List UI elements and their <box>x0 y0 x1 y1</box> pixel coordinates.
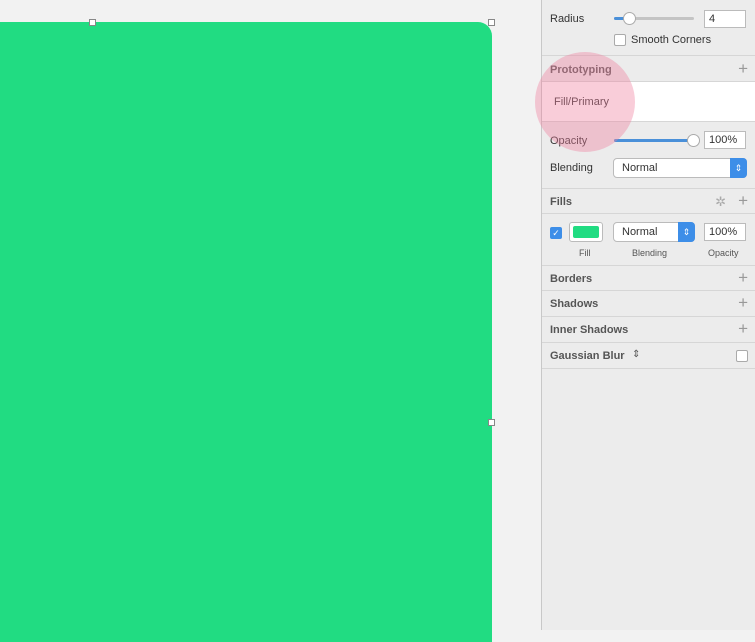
blending-label: Blending <box>550 162 593 174</box>
borders-header: Borders + <box>542 265 755 291</box>
fills-title: Fills <box>550 196 573 208</box>
add-icon[interactable]: + <box>738 294 748 312</box>
prototyping-name-field[interactable]: Fill/Primary <box>542 82 755 122</box>
fill-color-well[interactable] <box>569 222 603 242</box>
slider-knob[interactable] <box>623 12 636 25</box>
prototyping-header: Prototyping + <box>542 55 755 82</box>
gear-icon[interactable]: ✲ <box>715 194 726 210</box>
fill-enabled-checkbox[interactable]: ✓ <box>550 227 562 239</box>
radius-label: Radius <box>550 13 585 25</box>
borders-title: Borders <box>550 273 593 285</box>
updown-icon: ⇕ <box>678 222 695 242</box>
blending-caption: Blending <box>632 248 668 258</box>
smooth-corners-checkbox[interactable] <box>614 34 626 46</box>
radius-slider[interactable] <box>614 12 694 25</box>
fills-header: Fills ✲ + <box>542 188 755 214</box>
slider-knob[interactable] <box>687 134 700 147</box>
smooth-corners-label: Smooth Corners <box>631 34 712 46</box>
add-icon[interactable]: + <box>738 60 748 78</box>
fill-blend-value: Normal <box>622 226 658 238</box>
inner-shadows-title: Inner Shadows <box>550 324 629 336</box>
blending-value: Normal <box>622 162 658 174</box>
shadows-header: Shadows + <box>542 291 755 317</box>
gaussian-blur-title[interactable]: Gaussian Blur <box>550 350 625 362</box>
canvas[interactable] <box>0 0 541 642</box>
updown-icon[interactable]: ⇕ <box>632 349 640 360</box>
resize-handle-top[interactable] <box>89 19 96 26</box>
fill-caption: Fill <box>579 248 591 258</box>
add-icon[interactable]: + <box>738 320 748 338</box>
prototyping-title: Prototyping <box>550 64 612 76</box>
resize-handle-right[interactable] <box>488 419 495 426</box>
add-icon[interactable]: + <box>738 192 748 210</box>
fill-blend-select[interactable]: Normal ⇕ <box>613 222 695 242</box>
updown-icon: ⇕ <box>730 158 747 178</box>
blending-select[interactable]: Normal ⇕ <box>613 158 747 178</box>
prototyping-name-value: Fill/Primary <box>554 96 609 108</box>
selected-rectangle[interactable] <box>0 22 492 642</box>
opacity-input[interactable]: 100% <box>704 131 746 149</box>
gaussian-blur-checkbox[interactable] <box>736 350 748 362</box>
radius-input[interactable]: 4 <box>704 10 746 28</box>
inspector-panel: Radius 4 Smooth Corners Prototyping + Fi… <box>541 0 755 630</box>
gaussian-blur-header: Gaussian Blur ⇕ <box>542 343 755 369</box>
inner-shadows-header: Inner Shadows + <box>542 317 755 343</box>
add-icon[interactable]: + <box>738 269 748 287</box>
opacity-slider[interactable] <box>614 134 700 147</box>
opacity-label: Opacity <box>550 135 588 147</box>
resize-handle-top-right[interactable] <box>488 19 495 26</box>
fill-opacity-input[interactable]: 100% <box>704 223 746 241</box>
shadows-title: Shadows <box>550 298 599 310</box>
opacity-caption: Opacity <box>708 248 739 258</box>
